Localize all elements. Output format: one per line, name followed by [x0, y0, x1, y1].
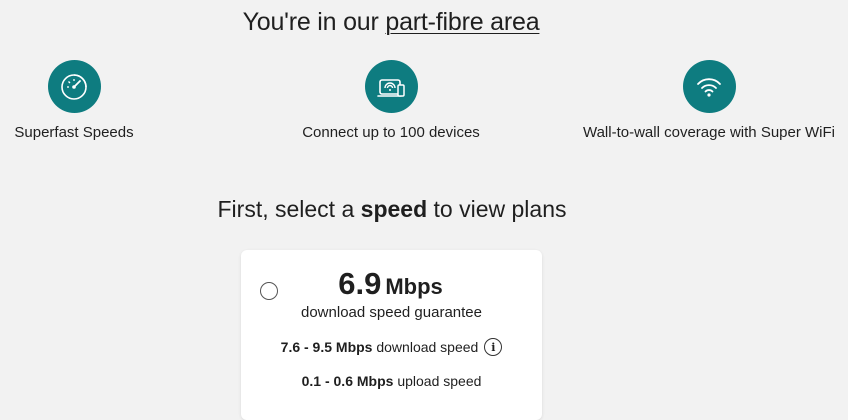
- speedometer-icon: [47, 60, 101, 113]
- devices-icon: [364, 60, 418, 113]
- plan-card[interactable]: 6.9 Mbps download speed guarantee 7.6 - 9…: [241, 250, 542, 420]
- page-title: You're in our part-fibre area: [0, 8, 782, 37]
- speed-unit: Mbps: [385, 274, 443, 299]
- download-speed-line: 7.6 - 9.5 Mbps download speed i: [241, 338, 542, 356]
- feature-connect-devices: Connect up to 100 devices: [296, 60, 486, 141]
- upload-label: upload speed: [397, 373, 482, 389]
- speed-select-suffix: to view plans: [433, 196, 567, 222]
- download-range: 7.6 - 9.5 Mbps: [280, 339, 373, 355]
- speed-select-bold: speed: [360, 196, 428, 222]
- page-title-text: You're in our: [242, 8, 379, 36]
- upload-range: 0.1 - 0.6 Mbps: [301, 373, 394, 389]
- feature-label: Superfast Speeds: [14, 124, 134, 141]
- speed-value: 6.9: [338, 266, 382, 301]
- plan-radio-button[interactable]: [260, 282, 278, 300]
- download-label: download speed: [376, 339, 479, 355]
- wifi-icon: [682, 60, 736, 113]
- feature-label: Connect up to 100 devices: [302, 124, 480, 141]
- upload-speed-line: 0.1 - 0.6 Mbps upload speed: [241, 373, 542, 389]
- speed-select-prefix: First, select a: [217, 196, 355, 222]
- speed-select-heading: First, select a speed to view plans: [0, 196, 784, 223]
- part-fibre-area-link[interactable]: part-fibre area: [385, 8, 539, 36]
- feature-wifi-coverage: Wall-to-wall coverage with Super WiFi: [580, 60, 838, 141]
- speed-guarantee-value: 6.9 Mbps: [297, 266, 484, 302]
- feature-superfast-speeds: Superfast Speeds: [14, 60, 134, 141]
- feature-label: Wall-to-wall coverage with Super WiFi: [582, 124, 835, 141]
- info-icon[interactable]: i: [484, 338, 503, 356]
- guarantee-label: download speed guarantee: [301, 304, 482, 321]
